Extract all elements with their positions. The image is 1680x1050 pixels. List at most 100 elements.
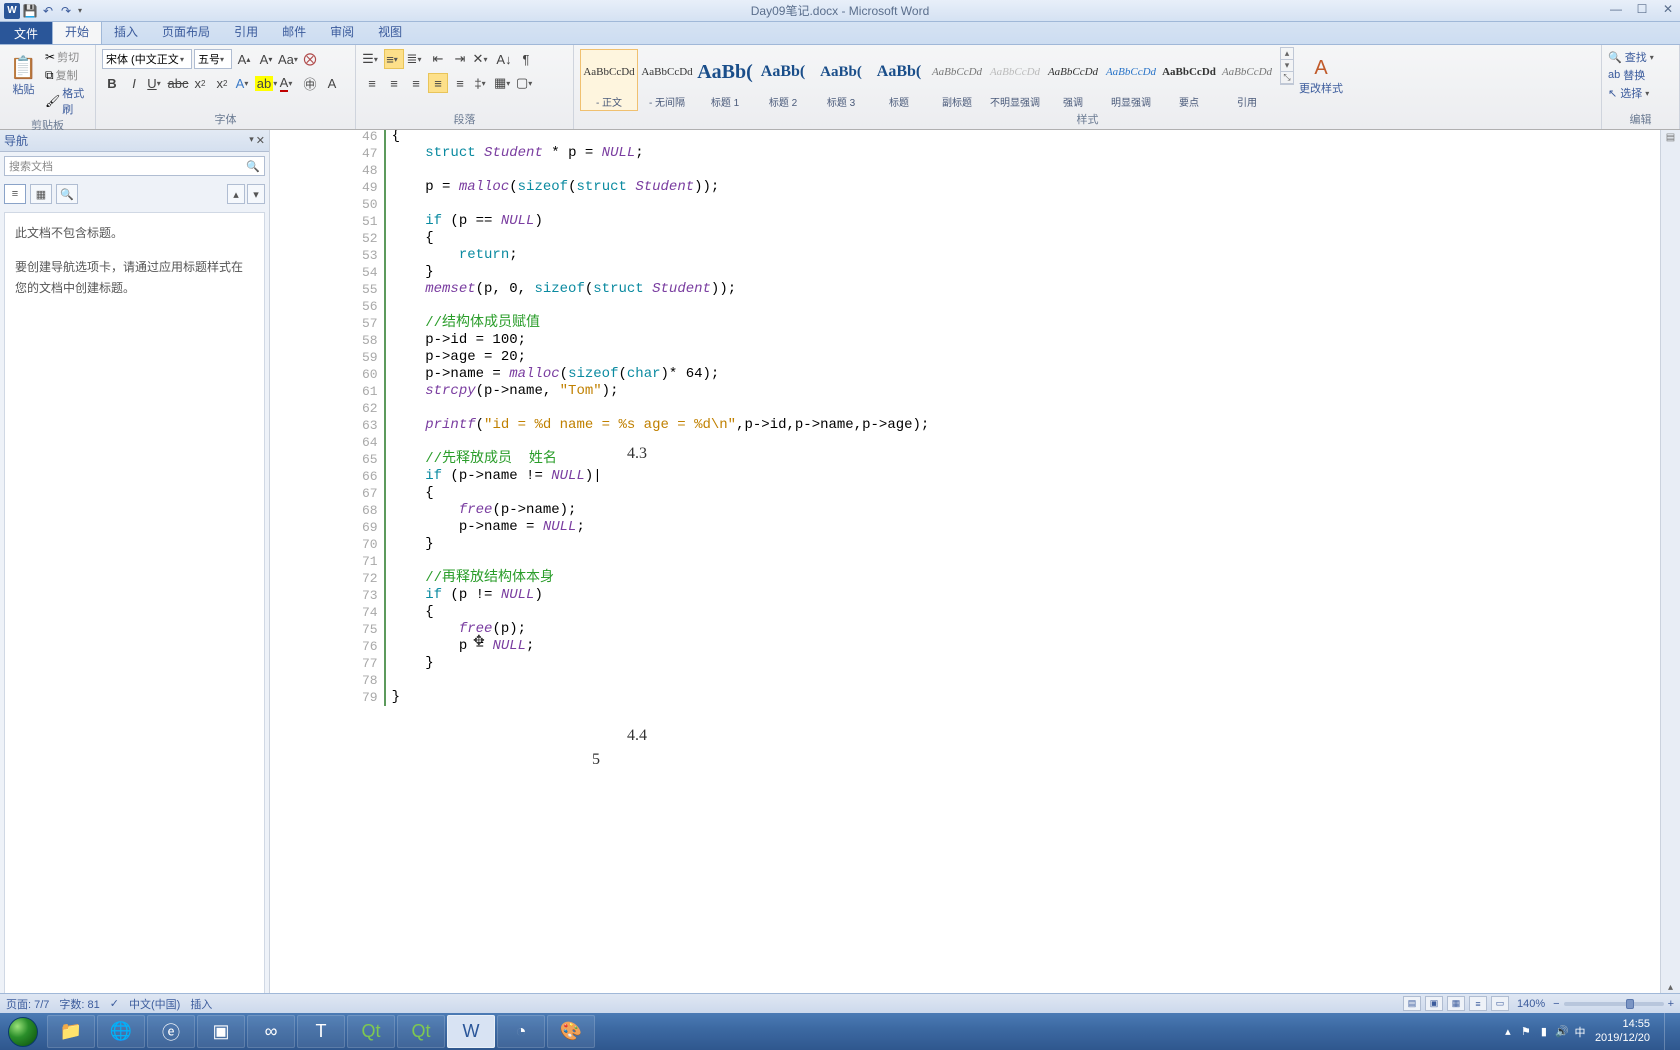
tray-network-icon[interactable]: ▮ bbox=[1537, 1025, 1551, 1039]
align-center-button[interactable]: ≡ bbox=[384, 73, 404, 93]
zoom-value[interactable]: 140% bbox=[1517, 998, 1545, 1010]
tab-insert[interactable]: 插入 bbox=[102, 19, 150, 44]
style-item[interactable]: AaBbCcDd要点 bbox=[1160, 49, 1218, 111]
font-color-button[interactable]: A▾ bbox=[278, 73, 298, 93]
chevron-down-icon[interactable]: ▾ bbox=[1281, 60, 1293, 72]
align-left-button[interactable]: ≡ bbox=[362, 73, 382, 93]
strikethrough-button[interactable]: abc bbox=[168, 73, 188, 93]
subscript-button[interactable]: x2 bbox=[190, 73, 210, 93]
underline-button[interactable]: U▾ bbox=[146, 73, 166, 93]
nav-tab-results[interactable]: 🔍 bbox=[56, 184, 78, 204]
system-tray[interactable]: ▴ ⚑ ▮ 🔊 中 bbox=[1501, 1025, 1587, 1039]
view-outline[interactable]: ≡ bbox=[1469, 996, 1487, 1011]
select-button[interactable]: ↖选择▾ bbox=[1608, 85, 1658, 101]
nav-search-input[interactable]: 搜索文档 🔍 bbox=[4, 156, 265, 176]
cut-button[interactable]: ✂剪切 bbox=[45, 49, 89, 65]
nav-close-icon[interactable]: ✕ bbox=[256, 134, 265, 147]
style-gallery-scroll[interactable]: ▴ ▾ ⤡ bbox=[1280, 47, 1294, 85]
shrink-font-button[interactable]: A▾ bbox=[256, 49, 276, 69]
paste-button[interactable]: 📋 粘贴 bbox=[6, 47, 41, 105]
style-item[interactable]: AaBbCcDd强调 bbox=[1044, 49, 1102, 111]
qat-dropdown-icon[interactable]: ▾ bbox=[76, 3, 84, 19]
enclosed-char-button[interactable]: ㊥ bbox=[300, 73, 320, 93]
zoom-in-button[interactable]: + bbox=[1668, 998, 1674, 1010]
start-button[interactable] bbox=[0, 1013, 46, 1050]
nav-tab-headings[interactable]: ≡ bbox=[4, 184, 26, 204]
task-app1[interactable]: ◔ bbox=[497, 1015, 545, 1048]
distributed-button[interactable]: ≡ bbox=[450, 73, 470, 93]
nav-next-icon[interactable]: ▾ bbox=[247, 184, 265, 204]
align-right-button[interactable]: ≡ bbox=[406, 73, 426, 93]
tab-references[interactable]: 引用 bbox=[222, 19, 270, 44]
change-styles-button[interactable]: A 更改样式 bbox=[1298, 47, 1344, 105]
tray-flag-icon[interactable]: ⚑ bbox=[1519, 1025, 1533, 1039]
increase-indent-button[interactable]: ⇥ bbox=[450, 49, 470, 69]
sort-button[interactable]: A↓ bbox=[494, 49, 514, 69]
prev-page-icon[interactable]: ▴ bbox=[1668, 982, 1673, 993]
shading-button[interactable]: ▦▾ bbox=[494, 73, 514, 93]
style-item[interactable]: AaBbCcDd- 无间隔 bbox=[638, 49, 696, 111]
tab-page-layout[interactable]: 页面布局 bbox=[150, 19, 222, 44]
borders-button[interactable]: ▢▾ bbox=[516, 73, 536, 93]
status-page[interactable]: 页面: 7/7 bbox=[6, 996, 49, 1012]
style-item[interactable]: AaBbCcDd不明显强调 bbox=[986, 49, 1044, 111]
tray-up-icon[interactable]: ▴ bbox=[1501, 1025, 1515, 1039]
task-chrome[interactable]: 🌐 bbox=[97, 1015, 145, 1048]
replace-button[interactable]: ab替换 bbox=[1608, 67, 1658, 83]
task-visualstudio[interactable]: ∞ bbox=[247, 1015, 295, 1048]
change-case-button[interactable]: Aa▾ bbox=[278, 49, 298, 69]
line-spacing-button[interactable]: ‡▾ bbox=[472, 73, 492, 93]
task-explorer[interactable]: 📁 bbox=[47, 1015, 95, 1048]
style-item[interactable]: AaBbCcDd- 正文 bbox=[580, 49, 638, 111]
vertical-scrollbar[interactable]: ▤ ▴ ○ ▾ bbox=[1660, 130, 1680, 1023]
tab-review[interactable]: 审阅 bbox=[318, 19, 366, 44]
style-gallery[interactable]: AaBbCcDd- 正文AaBbCcDd- 无间隔AaBb(标题 1AaBb(标… bbox=[580, 47, 1276, 111]
status-language[interactable]: 中文(中国) bbox=[129, 996, 180, 1012]
italic-button[interactable]: I bbox=[124, 73, 144, 93]
tray-volume-icon[interactable]: 🔊 bbox=[1555, 1025, 1569, 1039]
bold-button[interactable]: B bbox=[102, 73, 122, 93]
document-area[interactable]: 4647484950515253545556575859606162636465… bbox=[270, 130, 1660, 1023]
maximize-button[interactable]: ☐ bbox=[1634, 2, 1650, 16]
style-item[interactable]: AaBbCcDd明显强调 bbox=[1102, 49, 1160, 111]
ruler-toggle-icon[interactable]: ▤ bbox=[1666, 130, 1675, 143]
tab-file[interactable]: 文件 bbox=[0, 22, 52, 44]
zoom-out-button[interactable]: − bbox=[1553, 998, 1559, 1010]
save-icon[interactable]: 💾 bbox=[22, 3, 38, 19]
multilevel-button[interactable]: ≣▾ bbox=[406, 49, 426, 69]
tab-mailings[interactable]: 邮件 bbox=[270, 19, 318, 44]
redo-icon[interactable]: ↷ bbox=[58, 3, 74, 19]
task-notepad[interactable]: T bbox=[297, 1015, 345, 1048]
font-size-selector[interactable]: 五号▾ bbox=[194, 49, 232, 69]
justify-button[interactable]: ≡ bbox=[428, 73, 448, 93]
style-item[interactable]: AaBb(标题 2 bbox=[754, 49, 812, 111]
highlight-button[interactable]: ab▾ bbox=[256, 73, 276, 93]
zoom-thumb[interactable] bbox=[1626, 999, 1634, 1009]
tray-ime-icon[interactable]: 中 bbox=[1573, 1025, 1587, 1039]
task-qt2[interactable]: Qt bbox=[397, 1015, 445, 1048]
superscript-button[interactable]: x2 bbox=[212, 73, 232, 93]
task-word[interactable]: W bbox=[447, 1015, 495, 1048]
style-item[interactable]: AaBbCcDd引用 bbox=[1218, 49, 1276, 111]
nav-menu-icon[interactable]: ▾ bbox=[249, 134, 254, 147]
nav-tab-pages[interactable]: ▦ bbox=[30, 184, 52, 204]
task-edge[interactable]: ⓔ bbox=[147, 1015, 195, 1048]
close-button[interactable]: ✕ bbox=[1660, 2, 1676, 16]
taskbar-clock[interactable]: 14:55 2019/12/20 bbox=[1595, 1018, 1650, 1044]
numbering-button[interactable]: ≡▾ bbox=[384, 49, 404, 69]
style-item[interactable]: AaBb(标题 3 bbox=[812, 49, 870, 111]
nav-prev-icon[interactable]: ▴ bbox=[227, 184, 245, 204]
task-sublime[interactable]: ▣ bbox=[197, 1015, 245, 1048]
show-hide-button[interactable]: ¶ bbox=[516, 49, 536, 69]
decrease-indent-button[interactable]: ⇤ bbox=[428, 49, 448, 69]
phonetic-guide-button[interactable]: A bbox=[322, 73, 342, 93]
clear-formatting-button[interactable]: ⨂ bbox=[300, 49, 320, 69]
style-item[interactable]: AaBb(标题 bbox=[870, 49, 928, 111]
chevron-up-icon[interactable]: ▴ bbox=[1281, 48, 1293, 60]
status-words[interactable]: 字数: 81 bbox=[59, 996, 99, 1012]
view-web-layout[interactable]: ▦ bbox=[1447, 996, 1465, 1011]
more-styles-icon[interactable]: ⤡ bbox=[1281, 72, 1293, 84]
style-item[interactable]: AaBbCcDd副标题 bbox=[928, 49, 986, 111]
spellcheck-icon[interactable]: ✓ bbox=[110, 997, 119, 1010]
grow-font-button[interactable]: A▴ bbox=[234, 49, 254, 69]
